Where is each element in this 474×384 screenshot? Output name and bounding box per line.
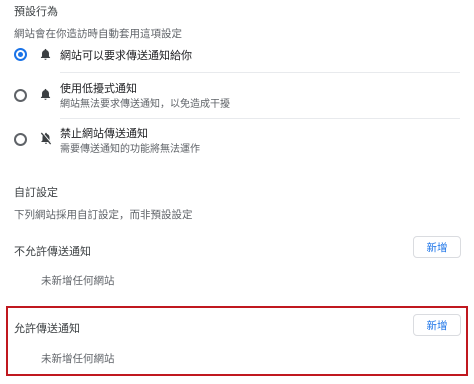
default-behavior-heading: 預設行為 [14, 5, 58, 18]
option-quiet-notifications[interactable]: 使用低擾式通知 網站無法要求傳送通知，以免造成干擾 [0, 78, 474, 114]
allowed-sites-heading: 允許傳送通知 [14, 322, 80, 335]
default-behavior-description: 網站會在你造訪時自動套用這項設定 [14, 28, 182, 40]
option-label: 使用低擾式通知 [60, 82, 137, 95]
option-allow-requests[interactable]: 網站可以要求傳送通知給你 [0, 40, 474, 70]
option-sublabel: 需要傳送通知的功能將無法運作 [60, 144, 200, 155]
bell-off-icon [40, 132, 52, 145]
radio-block-notifications[interactable] [14, 133, 27, 146]
option-label: 網站可以要求傳送通知給你 [60, 49, 192, 62]
allowed-empty-text: 未新增任何網站 [41, 353, 115, 365]
radio-quiet-notifications[interactable] [14, 89, 27, 102]
bell-icon [40, 88, 51, 101]
custom-settings-heading: 自訂設定 [14, 186, 58, 199]
bell-icon [40, 48, 51, 61]
option-sublabel: 網站無法要求傳送通知，以免造成干擾 [60, 99, 230, 110]
blocked-empty-text: 未新增任何網站 [41, 275, 115, 287]
blocked-sites-heading: 不允許傳送通知 [14, 245, 91, 258]
radio-allow-requests[interactable] [14, 48, 27, 61]
add-blocked-site-button[interactable]: 新增 [413, 236, 461, 258]
option-block-notifications[interactable]: 禁止網站傳送通知 需要傳送通知的功能將無法運作 [0, 122, 474, 158]
add-allowed-site-button[interactable]: 新增 [413, 314, 461, 336]
option-label: 禁止網站傳送通知 [60, 127, 148, 140]
custom-settings-description: 下列網站採用自訂設定，而非預設設定 [14, 209, 193, 221]
divider [60, 72, 460, 73]
divider [60, 118, 460, 119]
